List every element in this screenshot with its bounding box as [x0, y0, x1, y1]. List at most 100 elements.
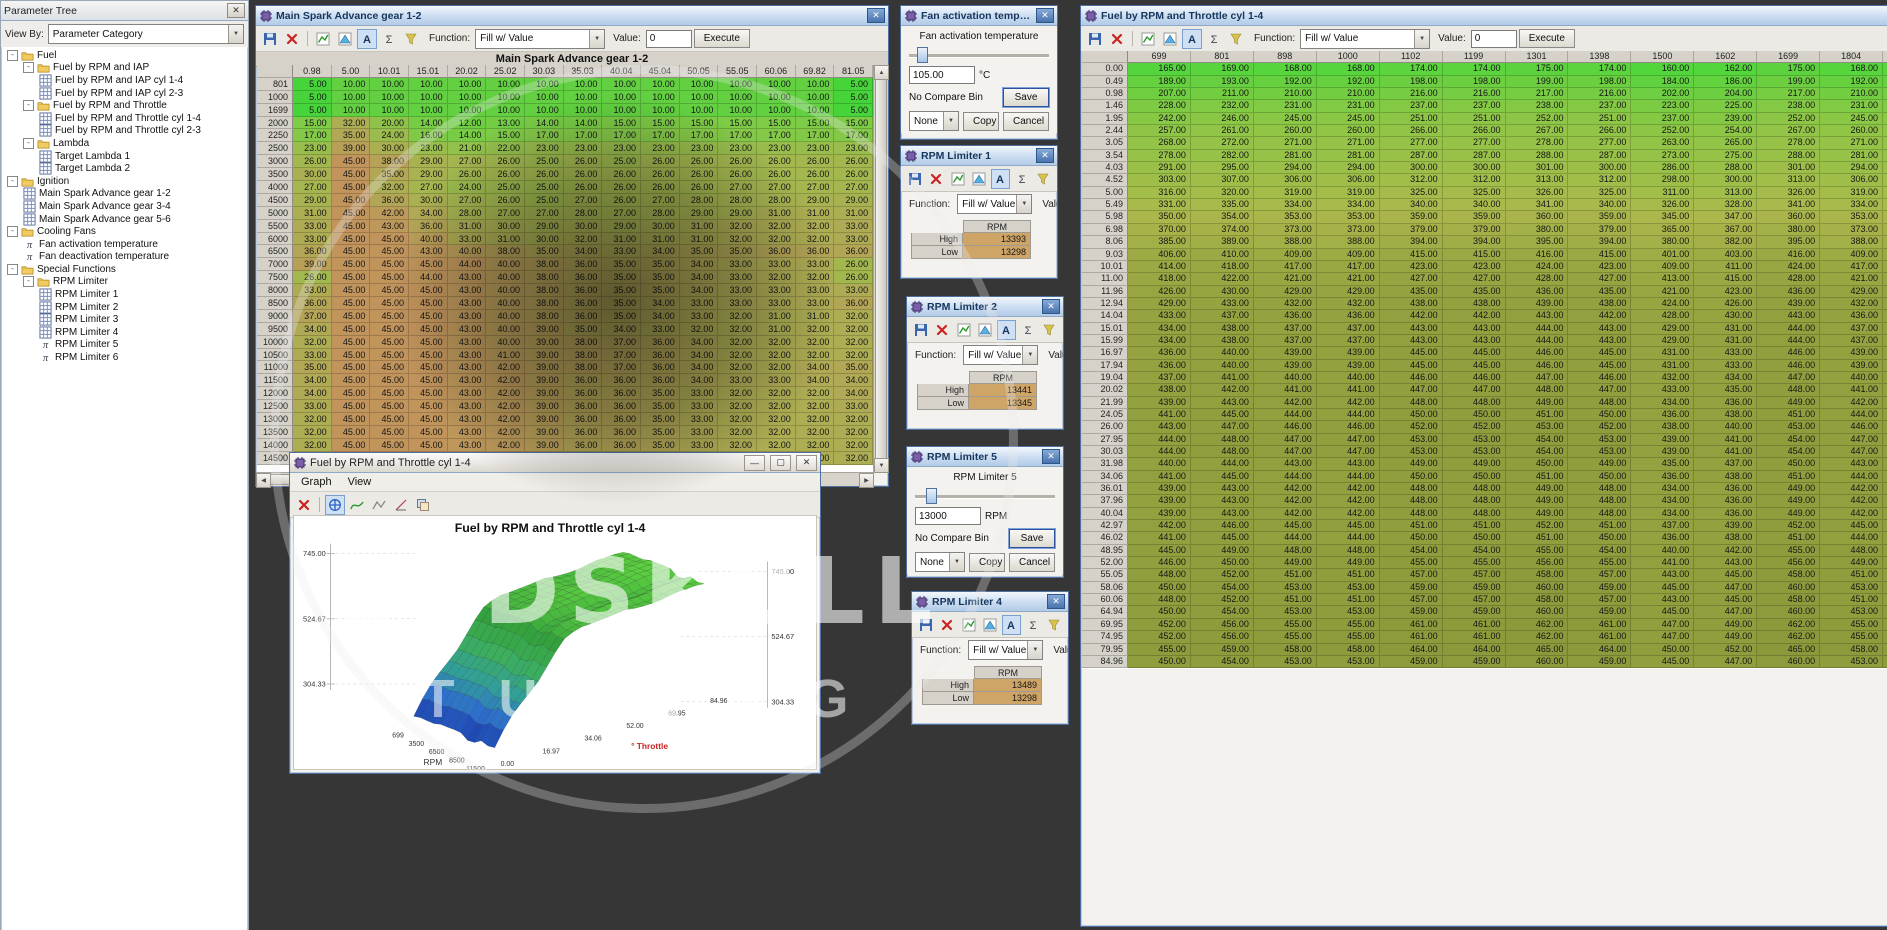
table-cell[interactable]: 360.00 — [1506, 211, 1569, 223]
table-cell[interactable]: 449.00 — [1191, 545, 1254, 557]
table-cell[interactable]: 379.00 — [1380, 224, 1443, 236]
table-cell[interactable]: 446.00 — [1757, 347, 1820, 359]
row-header[interactable]: 5.98 — [1082, 211, 1128, 223]
table-cell[interactable]: 43.00 — [448, 323, 487, 336]
row-header[interactable]: 9.03 — [1082, 249, 1128, 261]
table-cell[interactable]: 29.00 — [525, 220, 564, 233]
table-cell[interactable]: 195.00 — [1883, 76, 1887, 88]
table-cell[interactable]: 32.00 — [293, 426, 332, 439]
table-cell[interactable]: 40.00 — [486, 336, 525, 349]
table-cell[interactable]: 34.00 — [680, 284, 719, 297]
table-cell[interactable]: 31.00 — [448, 220, 487, 233]
table-cell[interactable]: 456.00 — [1191, 631, 1254, 643]
column-header[interactable]: 1398 — [1568, 51, 1631, 63]
table-cell[interactable]: 39.00 — [525, 374, 564, 387]
table-cell[interactable]: 36.00 — [602, 374, 641, 387]
table-cell[interactable]: 445.00 — [1694, 594, 1757, 606]
table-cell[interactable]: 448.00 — [1191, 446, 1254, 458]
table-cell[interactable]: 457.00 — [1443, 569, 1506, 581]
row-header[interactable]: 27.95 — [1082, 434, 1128, 446]
table-cell[interactable]: 445.00 — [1254, 520, 1317, 532]
table-cell[interactable]: 436.00 — [1694, 397, 1757, 409]
row-header[interactable]: 4.52 — [1082, 174, 1128, 186]
table-cell[interactable]: 440.00 — [1191, 360, 1254, 372]
rpm-input[interactable] — [915, 507, 981, 525]
table-cell[interactable]: 15.00 — [718, 117, 757, 130]
table-cell[interactable]: 14.00 — [409, 117, 448, 130]
table-cell[interactable]: 448.00 — [1128, 594, 1191, 606]
table-cell[interactable]: 458.00 — [1254, 644, 1317, 656]
table-cell[interactable]: 434.00 — [1128, 335, 1191, 347]
table-cell[interactable]: 35.00 — [718, 245, 757, 258]
row-header[interactable]: 2250 — [257, 129, 293, 142]
table-cell[interactable]: 232.00 — [1191, 100, 1254, 112]
row-header[interactable]: 12000 — [257, 387, 293, 400]
limiter-window-titlebar[interactable]: RPM Limiter 4 ✕ — [912, 592, 1068, 612]
table-cell[interactable]: 17.00 — [293, 129, 332, 142]
table-cell[interactable]: 286.00 — [1631, 162, 1694, 174]
column-header[interactable]: 1301 — [1506, 51, 1569, 63]
table-cell[interactable]: 45.00 — [370, 439, 409, 452]
table-cell[interactable]: 32.00 — [718, 233, 757, 246]
table-cell[interactable]: 306.00 — [1820, 174, 1883, 186]
table-cell[interactable]: 424.00 — [1883, 273, 1887, 285]
table-cell[interactable]: 444.00 — [1506, 323, 1569, 335]
table-cell[interactable]: 426.00 — [1128, 286, 1191, 298]
table-cell[interactable]: 45.00 — [332, 349, 371, 362]
table-cell[interactable]: 443.00 — [1191, 483, 1254, 495]
table-cell[interactable]: 271.00 — [1254, 137, 1317, 149]
table-cell[interactable]: 231.00 — [1820, 100, 1883, 112]
table-cell[interactable]: 38.00 — [525, 284, 564, 297]
close-icon[interactable]: ✕ — [1036, 8, 1054, 23]
table-cell[interactable]: 45.00 — [409, 426, 448, 439]
table-cell[interactable]: 278.00 — [1757, 137, 1820, 149]
table-cell[interactable]: 445.00 — [1128, 545, 1191, 557]
table-cell[interactable]: 26.00 — [718, 168, 757, 181]
table-cell[interactable]: 309.00 — [1883, 174, 1887, 186]
table-cell[interactable]: 373.00 — [1820, 224, 1883, 236]
copy-button[interactable]: Copy — [969, 553, 1005, 572]
table-cell[interactable]: 380.00 — [1631, 236, 1694, 248]
table-cell[interactable]: 31.00 — [486, 233, 525, 246]
table-cell[interactable]: 452.00 — [1128, 631, 1191, 643]
table-cell[interactable]: 45.00 — [409, 361, 448, 374]
table-cell[interactable]: 450.00 — [1443, 532, 1506, 544]
table-cell[interactable]: 32.00 — [718, 439, 757, 452]
table-cell[interactable]: 446.00 — [1191, 520, 1254, 532]
table-cell[interactable]: 271.00 — [1820, 137, 1883, 149]
table-cell[interactable]: 31.00 — [602, 233, 641, 246]
table-cell[interactable]: 34.00 — [293, 374, 332, 387]
table-cell[interactable]: 32.00 — [293, 413, 332, 426]
table-cell[interactable]: 446.00 — [1443, 372, 1506, 384]
table-cell[interactable]: 421.00 — [1631, 286, 1694, 298]
column-header[interactable]: 40.04 — [602, 65, 641, 78]
table-cell[interactable]: 43.00 — [448, 310, 487, 323]
table-cell[interactable]: 436.00 — [1506, 286, 1569, 298]
table-cell[interactable]: 10.00 — [486, 78, 525, 91]
table-cell[interactable]: 452.00 — [1380, 421, 1443, 433]
table-cell[interactable]: 29.00 — [409, 155, 448, 168]
table-cell[interactable]: 26.00 — [796, 155, 835, 168]
column-header[interactable]: 81.05 — [834, 65, 873, 78]
table-cell[interactable]: 459.00 — [1568, 656, 1631, 668]
table-cell[interactable]: 17.00 — [796, 129, 835, 142]
table-cell[interactable]: 36.00 — [641, 361, 680, 374]
table-cell[interactable]: 10.00 — [602, 91, 641, 104]
table-cell[interactable]: 237.00 — [1443, 100, 1506, 112]
table-cell[interactable]: 23.00 — [757, 142, 796, 155]
table-cell[interactable]: 17.00 — [564, 129, 603, 142]
table-cell[interactable]: 461.00 — [1380, 619, 1443, 631]
table-cell[interactable]: 26.00 — [641, 155, 680, 168]
table-cell[interactable]: 459.00 — [1443, 656, 1506, 668]
table-cell[interactable]: 313.00 — [1506, 174, 1569, 186]
tree-expander-icon[interactable]: - — [7, 264, 18, 275]
tree-expander-icon[interactable]: - — [23, 276, 34, 287]
table-cell[interactable]: 432.00 — [1820, 298, 1883, 310]
row-header[interactable]: 3000 — [257, 155, 293, 168]
table-cell[interactable]: 443.00 — [1254, 458, 1317, 470]
table-cell[interactable]: 421.00 — [1317, 273, 1380, 285]
table-cell[interactable]: 437.00 — [1820, 323, 1883, 335]
table-cell[interactable]: 184.00 — [1631, 76, 1694, 88]
table-cell[interactable]: 430.00 — [1191, 286, 1254, 298]
scroll-left-icon[interactable]: ◀ — [256, 473, 271, 488]
